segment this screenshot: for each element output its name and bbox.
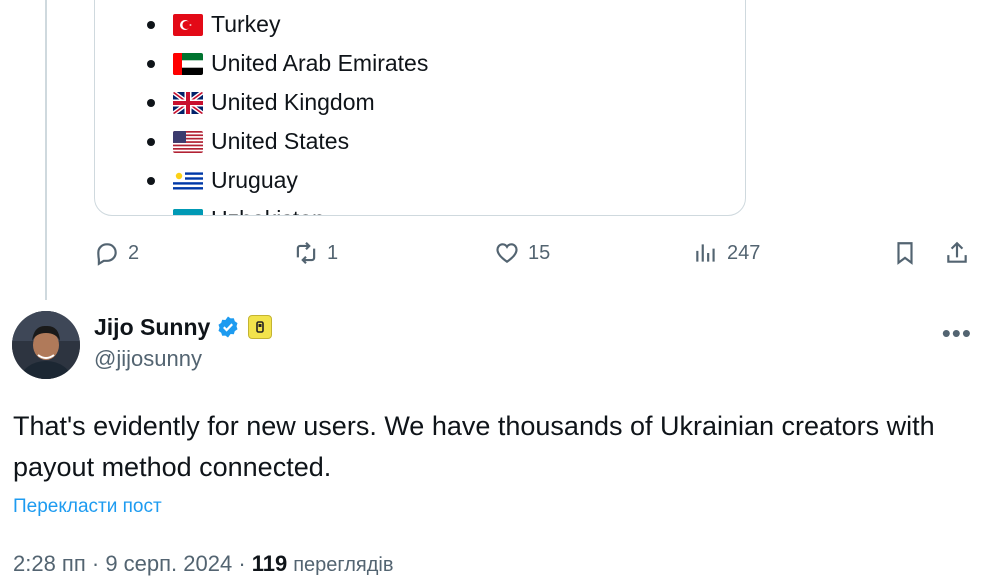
verified-badge-icon bbox=[218, 316, 238, 338]
list-item: United States bbox=[147, 122, 428, 161]
like-count: 15 bbox=[528, 241, 551, 264]
quoted-card[interactable]: Turkey United Arab Emirates United Kingd… bbox=[94, 0, 746, 216]
us-flag-icon bbox=[173, 130, 203, 153]
list-item: United Kingdom bbox=[147, 83, 428, 122]
views-number: 119 bbox=[251, 551, 288, 576]
bullet bbox=[147, 98, 155, 107]
separator: · bbox=[85, 551, 106, 576]
reply-icon bbox=[97, 243, 117, 266]
bullet bbox=[147, 137, 155, 146]
like-button[interactable]: 15 bbox=[494, 240, 550, 266]
reply-count: 2 bbox=[128, 241, 140, 264]
uae-flag-icon bbox=[173, 52, 203, 75]
bullet bbox=[147, 176, 155, 185]
bullet bbox=[147, 59, 155, 68]
uk-flag-icon bbox=[173, 91, 203, 114]
heart-icon bbox=[496, 243, 518, 263]
repost-icon bbox=[296, 241, 316, 265]
repost-button[interactable]: 1 bbox=[293, 240, 338, 266]
uzbekistan-flag-icon bbox=[173, 208, 203, 215]
repost-count: 1 bbox=[327, 241, 339, 264]
list-item: Uruguay bbox=[147, 161, 428, 200]
separator: · bbox=[232, 551, 246, 576]
country-name: United Arab Emirates bbox=[211, 50, 429, 76]
reply-button[interactable]: 2 bbox=[94, 240, 139, 266]
author-handle[interactable]: @jijosunny bbox=[94, 346, 272, 372]
post-metadata: 2:28 пп · 9 серп. 2024 · 119 переглядів bbox=[13, 551, 393, 577]
avatar-image bbox=[12, 311, 80, 379]
post-text: That's evidently for new users. We have … bbox=[13, 411, 935, 482]
share-button[interactable] bbox=[944, 240, 970, 266]
avatar[interactable] bbox=[12, 311, 80, 379]
views-count: 247 bbox=[727, 241, 761, 264]
country-name: Turkey bbox=[211, 11, 281, 37]
more-options-icon[interactable]: ••• bbox=[942, 318, 972, 349]
author-name[interactable]: Jijo Sunny bbox=[94, 314, 210, 341]
country-name: United Kingdom bbox=[211, 89, 375, 115]
list-item: Turkey bbox=[147, 5, 428, 44]
bookmark-button[interactable] bbox=[892, 240, 918, 266]
analytics-icon bbox=[696, 244, 715, 262]
author-block: Jijo Sunny @jijosunny bbox=[94, 312, 273, 372]
bookmark-icon bbox=[897, 242, 913, 265]
views-label: переглядів bbox=[293, 554, 394, 576]
country-name: Uruguay bbox=[211, 167, 298, 193]
uruguay-flag-icon bbox=[173, 169, 203, 192]
author-name-row: Jijo Sunny bbox=[94, 312, 273, 342]
post-time[interactable]: 2:28 пп bbox=[13, 551, 86, 577]
affiliate-badge-icon[interactable] bbox=[248, 315, 273, 339]
post-date[interactable]: 9 серп. 2024 bbox=[105, 551, 232, 577]
country-name: Uzbekistan bbox=[211, 206, 325, 215]
action-bar: 2 1 15 247 bbox=[0, 234, 1000, 274]
bullet bbox=[147, 20, 155, 29]
list-item: Uzbekistan bbox=[147, 200, 428, 217]
country-list: Turkey United Arab Emirates United Kingd… bbox=[147, 5, 428, 217]
country-name: United States bbox=[211, 128, 350, 154]
translate-post-link[interactable]: Перекласти пост bbox=[13, 496, 162, 518]
share-icon bbox=[947, 241, 967, 263]
list-item: United Arab Emirates bbox=[147, 44, 428, 83]
views-button[interactable]: 247 bbox=[693, 240, 760, 266]
turkey-flag-icon bbox=[173, 13, 203, 36]
bullet bbox=[147, 216, 155, 217]
